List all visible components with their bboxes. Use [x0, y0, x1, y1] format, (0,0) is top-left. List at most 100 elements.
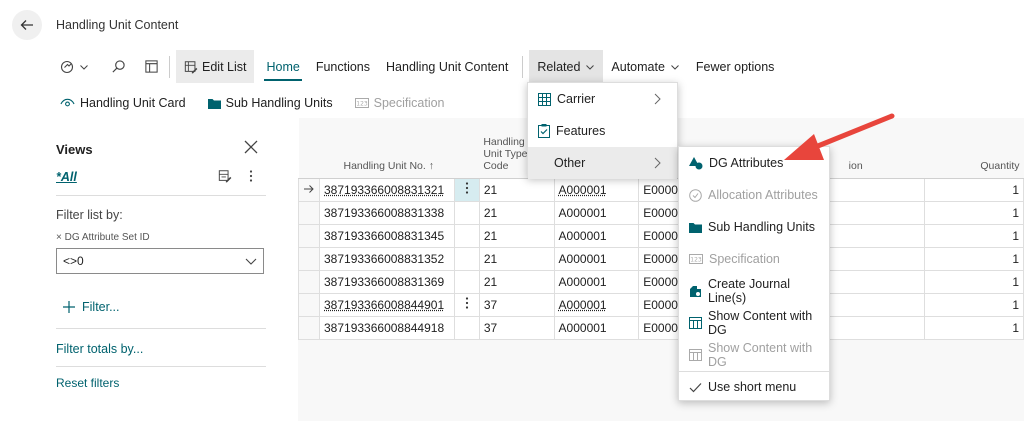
menu-item-specification[interactable]: 123 Specification	[679, 243, 829, 275]
hu-no-cell[interactable]: 387193366008831338	[319, 200, 455, 225]
row-selector[interactable]	[298, 223, 320, 248]
tab-home[interactable]: Home	[258, 50, 307, 83]
col3-cell[interactable]: A000001	[553, 315, 640, 340]
hu-type-cell[interactable]: 21	[478, 223, 555, 248]
view-all-link[interactable]: *All	[56, 170, 77, 184]
share-button[interactable]	[56, 50, 93, 83]
hu-type-cell[interactable]: 21	[478, 246, 555, 271]
divider	[56, 195, 266, 196]
column-header-quantity[interactable]: Quantity	[924, 118, 1024, 179]
reset-filters-link[interactable]: Reset filters	[56, 376, 119, 390]
automate-label: Automate	[611, 59, 665, 74]
row-actions-button[interactable]	[453, 177, 480, 202]
specification-button[interactable]: 123 Specification	[354, 96, 445, 110]
menu-item-features[interactable]: Features	[528, 115, 677, 147]
hu-no-value[interactable]: 387193366008831321	[324, 183, 444, 197]
menu-item-label: Use short menu	[708, 380, 797, 394]
quantity-cell[interactable]: 1	[923, 177, 1024, 202]
more-options-icon[interactable]	[244, 169, 258, 183]
row-actions-button[interactable]	[453, 269, 480, 294]
menu-item-label: Create Journal Line(s)	[708, 277, 790, 305]
row-selector[interactable]	[298, 269, 320, 294]
hu-no-cell[interactable]: 387193366008844918	[319, 315, 455, 340]
column-header-label: Handling	[483, 135, 525, 148]
table-row[interactable]: 387193366008831321 21 A000001 E00000 1	[298, 177, 1024, 202]
row-selector[interactable]	[298, 315, 320, 340]
tab-automate[interactable]: Automate	[603, 50, 688, 83]
table-row[interactable]: 387193366008831369 21 A000001 E00000 1	[298, 269, 1024, 294]
back-button[interactable]	[12, 10, 42, 40]
hu-type-cell[interactable]: 21	[478, 200, 555, 225]
row-selector[interactable]	[298, 200, 320, 225]
col3-cell[interactable]: A000001	[553, 269, 640, 294]
filter-value-select[interactable]: <>0	[56, 248, 264, 274]
tab-functions[interactable]: Functions	[308, 50, 378, 83]
menu-item-show-content-with-dg-disabled[interactable]: Show Content with DG	[679, 339, 829, 371]
menu-item-label: Specification	[709, 252, 780, 266]
menu-item-dg-attributes[interactable]: DG Attributes	[679, 147, 829, 179]
column-header-label: Code	[483, 159, 509, 172]
hu-no-cell[interactable]: 387193366008831345	[319, 223, 455, 248]
tab-handling-unit-content[interactable]: Handling Unit Content	[378, 50, 516, 83]
row-selector[interactable]	[298, 246, 320, 271]
menu-item-label: Show Content with DG	[708, 309, 813, 337]
column-header-hu-no[interactable]: Handling Unit No. ↑	[319, 118, 455, 179]
add-filter-button[interactable]: Filter...	[62, 300, 120, 314]
filter-totals-link[interactable]: Filter totals by...	[56, 342, 143, 356]
row-actions-button[interactable]	[453, 292, 480, 317]
table-row[interactable]: 387193366008844901 37 A000001 E00000 1	[298, 292, 1024, 317]
table-row[interactable]: 387193366008831345 21 A000001 E00000 1	[298, 223, 1024, 248]
menu-item-other[interactable]: Other	[528, 147, 677, 179]
save-view-icon[interactable]	[218, 169, 232, 183]
row-selector[interactable]	[298, 177, 320, 202]
quantity-cell[interactable]: 1	[923, 246, 1024, 271]
menu-item-show-content-with-dg[interactable]: Show Content with DG	[679, 307, 829, 339]
filter-field-label[interactable]: × DG Attribute Set ID	[56, 232, 150, 243]
handling-unit-card-button[interactable]: Handling Unit Card	[60, 96, 186, 110]
chevron-down-icon	[586, 64, 595, 70]
col3-cell[interactable]: A000001	[553, 223, 640, 248]
quantity-cell[interactable]: 1	[923, 269, 1024, 294]
menu-item-create-journal-lines[interactable]: Create Journal Line(s)	[679, 275, 829, 307]
hu-no-cell[interactable]: 387193366008831321	[319, 177, 455, 202]
col3-cell[interactable]: A000001	[553, 200, 640, 225]
row-selector[interactable]	[298, 292, 320, 317]
journal-icon	[690, 285, 701, 297]
col3-value[interactable]: A000001	[559, 183, 607, 197]
row-actions-button[interactable]	[453, 246, 480, 271]
hu-no-cell[interactable]: 387193366008844901	[319, 292, 455, 317]
menu-item-use-short-menu[interactable]: Use short menu	[679, 372, 829, 402]
sub-handling-units-button[interactable]: Sub Handling Units	[207, 96, 333, 110]
hu-no-value[interactable]: 387193366008844901	[324, 298, 444, 312]
search-button[interactable]	[107, 50, 130, 83]
fewer-options-button[interactable]: Fewer options	[688, 50, 783, 83]
quantity-cell[interactable]: 1	[923, 223, 1024, 248]
hu-type-cell[interactable]: 21	[478, 177, 555, 202]
row-actions-button[interactable]	[453, 223, 480, 248]
tab-related[interactable]: Related	[529, 50, 604, 83]
close-views-button[interactable]	[244, 140, 258, 157]
col3-cell[interactable]: A000001	[553, 246, 640, 271]
hu-no-cell[interactable]: 387193366008831352	[319, 246, 455, 271]
row-actions-button[interactable]	[453, 315, 480, 340]
table-row[interactable]: 387193366008844918 37 A000001 E00000 1	[298, 315, 1024, 340]
quantity-cell[interactable]: 1	[923, 200, 1024, 225]
menu-item-label: Show Content with DG	[708, 341, 813, 369]
quantity-cell[interactable]: 1	[923, 315, 1024, 340]
hu-type-cell[interactable]: 21	[478, 269, 555, 294]
menu-item-allocation-attributes[interactable]: Allocation Attributes	[679, 179, 829, 211]
table-row[interactable]: 387193366008831352 21 A000001 E00000 1	[298, 246, 1024, 271]
menu-item-sub-handling-units[interactable]: Sub Handling Units	[679, 211, 829, 243]
table-row[interactable]: 387193366008831338 21 A000001 E00000 1	[298, 200, 1024, 225]
quantity-cell[interactable]: 1	[923, 292, 1024, 317]
col3-value[interactable]: A000001	[559, 298, 607, 312]
edit-list-button[interactable]: Edit List	[176, 50, 255, 83]
col3-cell[interactable]: A000001	[553, 292, 640, 317]
row-actions-button[interactable]	[453, 200, 480, 225]
hu-type-cell[interactable]: 37	[478, 315, 555, 340]
col3-cell[interactable]: A000001	[553, 177, 640, 202]
hu-type-cell[interactable]: 37	[478, 292, 555, 317]
menu-item-carrier[interactable]: Carrier	[528, 83, 677, 115]
hu-no-cell[interactable]: 387193366008831369	[319, 269, 455, 294]
filter-pane-button[interactable]	[140, 50, 163, 83]
